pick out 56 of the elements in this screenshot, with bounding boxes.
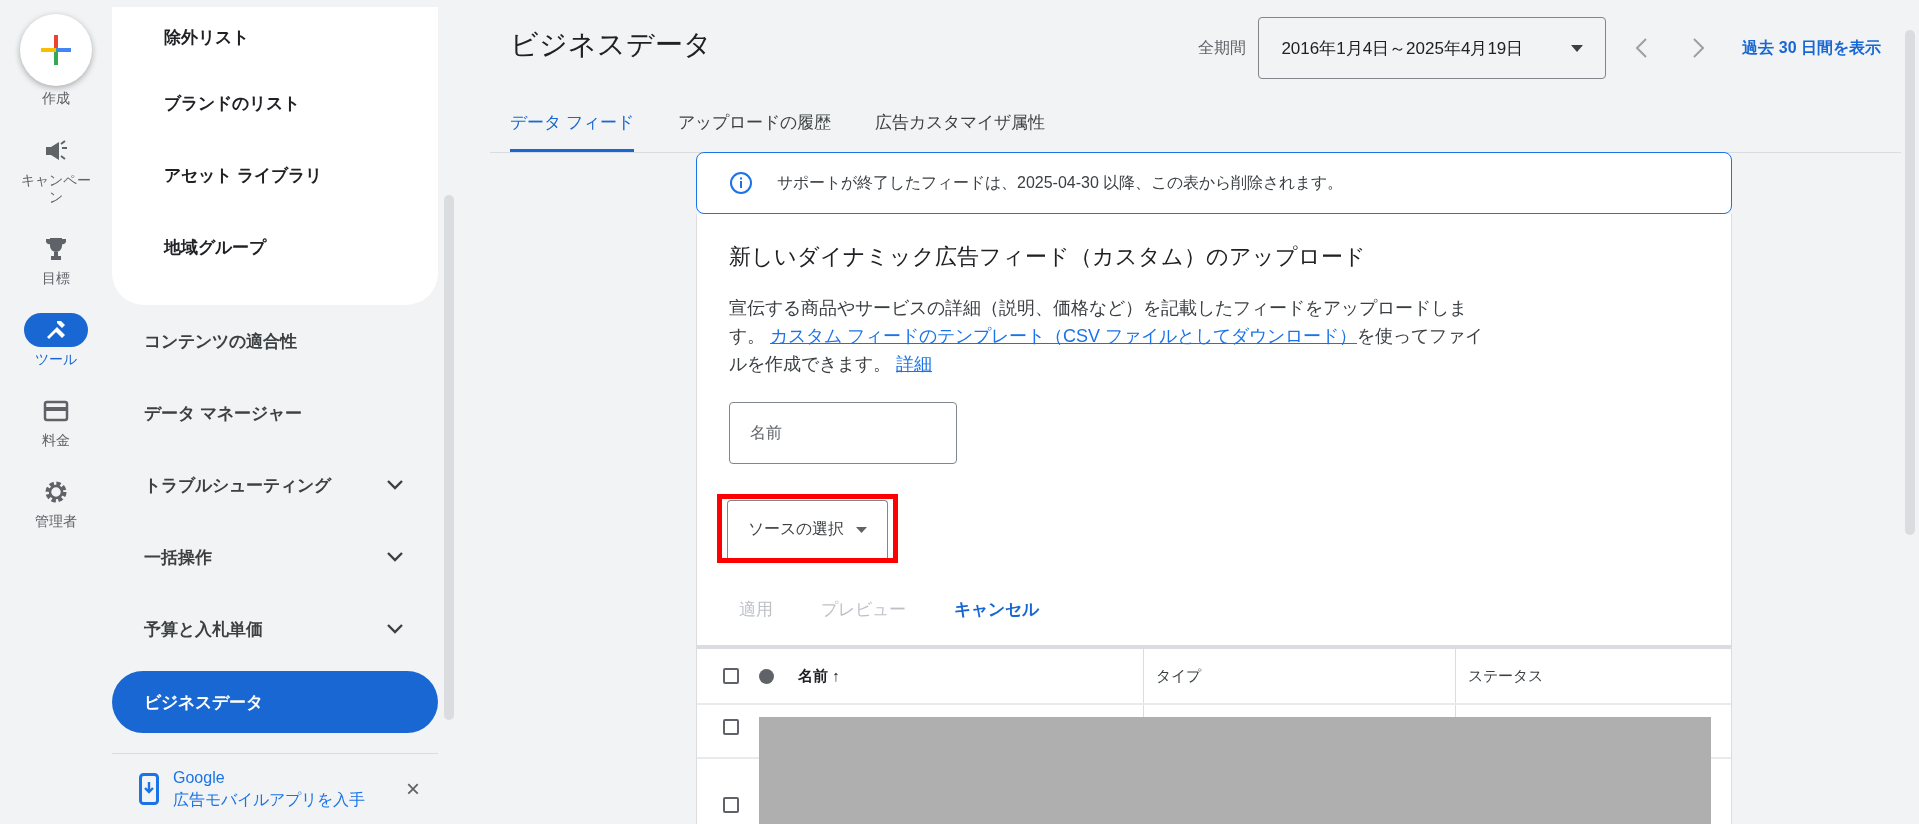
sidebar-item[interactable]: 予算と入札単価 — [112, 593, 438, 665]
date-range-dropdown[interactable]: 2016年1月4日～2025年4月19日 — [1258, 17, 1607, 79]
submenu-item[interactable]: ブランドのリスト — [112, 67, 438, 139]
submenu-item[interactable]: アセット ライブラリ — [112, 139, 438, 211]
chevron-right-icon[interactable] — [1692, 37, 1707, 59]
rail-nav-item[interactable]: 料金 — [8, 394, 104, 449]
sidebar-item[interactable]: ビジネスデータ — [112, 671, 438, 733]
upload-description: 宣伝する商品やサービスの詳細（説明、価格など）を記載したフィードをアップロードします。 カスタム フィードのテンプレート（CSV ファイルとしてダウンロード）を使ってファイルを作成できます。 詳細 — [729, 297, 1485, 376]
banner-message: サポートが終了したフィードは、2025-04-30 以降、この表から削除されます。 — [777, 172, 1344, 193]
column-header[interactable]: ステータス — [1468, 666, 1543, 686]
dropdown-arrow-icon — [856, 526, 867, 533]
rail-nav-item[interactable]: 目標 — [8, 232, 104, 287]
create-button[interactable] — [20, 14, 92, 86]
chevron-down-icon — [386, 551, 404, 563]
status-dot-icon — [759, 668, 774, 684]
rail-nav-item[interactable]: 管理者 — [8, 475, 104, 530]
rail-nav-item[interactable]: キャンペーン — [8, 134, 104, 206]
checkbox[interactable] — [723, 797, 739, 813]
promo-title-link[interactable]: Google — [173, 767, 392, 789]
chevron-down-icon — [386, 479, 404, 491]
sidebar-item[interactable]: コンテンツの適合性 — [112, 305, 438, 377]
megaphone-icon — [43, 139, 69, 163]
info-icon — [729, 171, 753, 195]
rail-nav-item[interactable]: ツール — [8, 313, 104, 368]
trophy-icon — [44, 236, 68, 262]
promo-link[interactable]: 広告モバイルアプリを入手 — [173, 789, 392, 811]
action-button[interactable]: キャンセル — [942, 597, 1051, 621]
period-label: 全期間 — [1198, 37, 1247, 58]
column-header[interactable]: 名前 ↑ — [798, 666, 840, 686]
last-30-days-link[interactable]: 過去 30 日間を表示 — [1742, 37, 1881, 59]
tab[interactable]: アップロードの履歴 — [677, 96, 855, 152]
sidebar-item[interactable]: 一括操作 — [112, 521, 438, 593]
sidebar-item[interactable]: トラブルシューティング — [112, 449, 438, 521]
close-button[interactable]: × — [406, 775, 438, 803]
credit-card-icon — [43, 400, 69, 422]
checkbox[interactable] — [723, 719, 739, 735]
submenu-item[interactable]: 除外リスト — [112, 7, 438, 67]
create-label: 作成 — [42, 90, 70, 108]
checkbox[interactable] — [723, 668, 739, 684]
source-select-dropdown[interactable]: ソースの選択 — [727, 500, 888, 558]
tab[interactable]: データ フィード — [510, 96, 634, 152]
text-link[interactable]: 詳細 — [896, 354, 932, 374]
name-input-field[interactable]: 名前 — [729, 402, 957, 464]
chevron-left-icon[interactable] — [1634, 37, 1649, 59]
upload-heading: 新しいダイナミック広告フィード（カスタム）のアップロード — [729, 243, 1367, 271]
column-header[interactable]: タイプ — [1156, 666, 1201, 686]
plus-icon — [39, 33, 73, 67]
tab[interactable]: 広告カスタマイザ属性 — [874, 96, 1069, 152]
phone-download-icon — [139, 773, 159, 805]
dropdown-arrow-icon — [1571, 44, 1584, 52]
submenu-item[interactable]: 地域グループ — [112, 211, 438, 283]
text-link[interactable]: カスタム フィードのテンプレート（CSV ファイルとしてダウンロード） — [770, 326, 1358, 346]
page-title: ビジネスデータ — [509, 28, 712, 62]
chevron-down-icon — [386, 623, 404, 635]
settings-icon — [43, 479, 69, 505]
sidebar-item[interactable]: データ マネージャー — [112, 377, 438, 449]
